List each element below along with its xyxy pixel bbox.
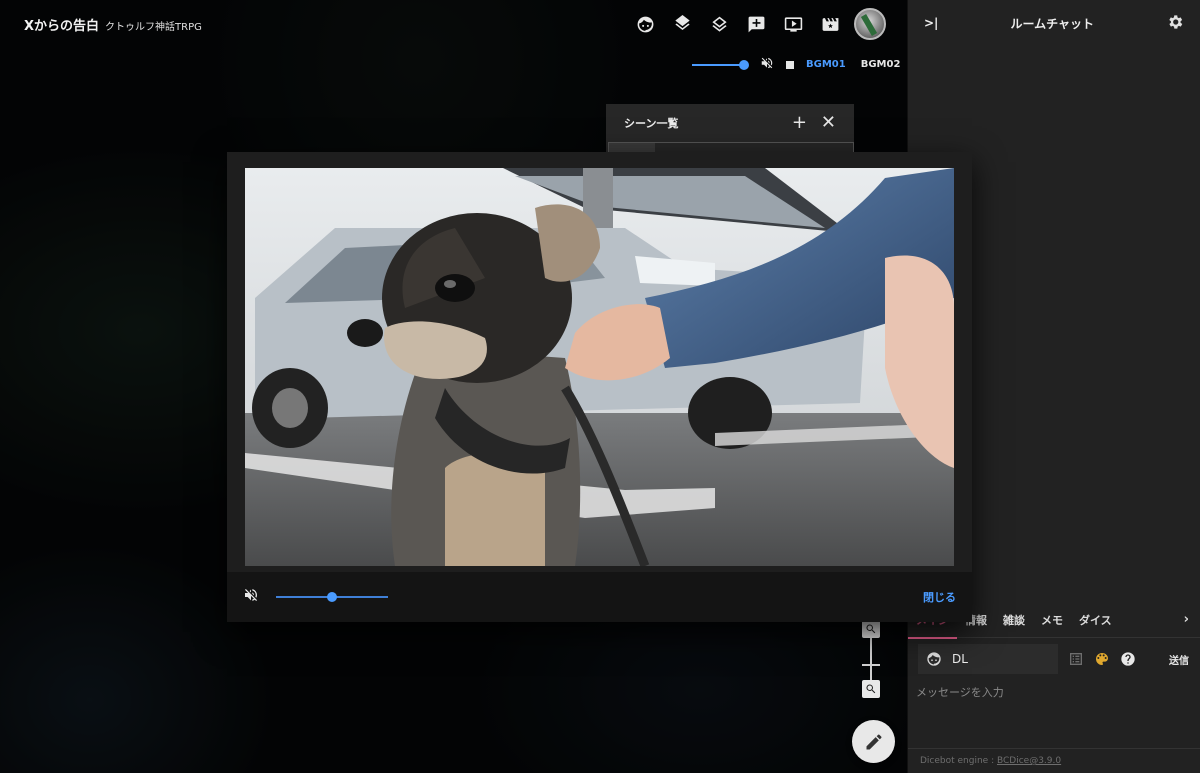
- message-input[interactable]: メッセージを入力: [916, 684, 1004, 700]
- help-icon[interactable]: [1120, 651, 1136, 667]
- screen-icon[interactable]: [778, 9, 808, 39]
- tab-memo[interactable]: メモ: [1033, 602, 1071, 638]
- stop-icon[interactable]: [786, 60, 794, 69]
- collapse-panel-icon[interactable]: >|: [924, 16, 938, 30]
- close-button[interactable]: 閉じる: [923, 589, 956, 605]
- video-content: [245, 168, 954, 566]
- video-volume-thumb[interactable]: [327, 592, 337, 602]
- video-controls: 閉じる: [227, 572, 972, 622]
- chat-header: >| ルームチャット: [908, 0, 1200, 46]
- chevron-right-icon[interactable]: ›: [1184, 612, 1200, 627]
- bgm-controls: BGM01 BGM02: [692, 56, 915, 73]
- user-avatar[interactable]: [854, 8, 886, 40]
- room-title-text: Xからの告白: [24, 19, 100, 34]
- video-player-modal: 閉じる: [227, 152, 972, 622]
- layers-icon[interactable]: [667, 9, 697, 39]
- bgm-volume-thumb[interactable]: [739, 59, 749, 70]
- bgm-tab-2[interactable]: BGM02: [861, 59, 901, 70]
- zoom-in-icon[interactable]: [862, 620, 880, 638]
- palette-icon[interactable]: [1094, 651, 1110, 667]
- dicebot-link[interactable]: BCDice@3.9.0: [997, 756, 1061, 766]
- face-icon[interactable]: [926, 651, 942, 667]
- send-button[interactable]: 送信: [1169, 652, 1193, 667]
- video-frame[interactable]: [245, 168, 954, 566]
- tab-dice[interactable]: ダイス: [1071, 602, 1120, 638]
- pencil-icon: [866, 734, 881, 749]
- tab-chatter[interactable]: 雑談: [995, 602, 1033, 638]
- volume-off-icon[interactable]: [243, 587, 259, 607]
- scene-list-title: シーン一覧: [624, 117, 679, 130]
- layers-outline-icon[interactable]: [704, 9, 734, 39]
- add-comment-icon[interactable]: [741, 9, 771, 39]
- list-icon[interactable]: [1068, 651, 1084, 667]
- close-icon[interactable]: ✕: [821, 114, 836, 132]
- zoom-slider[interactable]: [862, 638, 880, 680]
- scene-list-panel: シーン一覧 + ✕: [606, 104, 854, 156]
- edit-fab-button[interactable]: [852, 720, 895, 763]
- bgm-volume-slider[interactable]: [692, 59, 749, 70]
- video-volume-slider[interactable]: [276, 592, 388, 602]
- movie-icon[interactable]: [815, 9, 845, 39]
- chat-sender-row: DL 送信: [918, 644, 1193, 674]
- character-name: DL: [952, 652, 968, 666]
- bgm-tab-1[interactable]: BGM01: [806, 59, 846, 70]
- character-name-field[interactable]: DL: [918, 644, 1058, 674]
- zoom-out-icon[interactable]: [862, 680, 880, 698]
- dicebot-info: Dicebot engine : BCDice@3.9.0: [908, 748, 1200, 773]
- room-subtitle: クトゥルフ神話TRPG: [105, 22, 202, 33]
- face-icon[interactable]: [630, 9, 660, 39]
- main-toolbar: [630, 8, 886, 40]
- room-title: Xからの告白 クトゥルフ神話TRPG: [24, 15, 202, 34]
- volume-off-icon[interactable]: [760, 56, 774, 73]
- dicebot-label: Dicebot engine :: [920, 756, 997, 766]
- chat-title: ルームチャット: [1010, 16, 1094, 31]
- zoom-controls: [862, 620, 882, 698]
- gear-icon[interactable]: [1166, 13, 1184, 34]
- add-icon[interactable]: +: [792, 114, 807, 132]
- scene-list-header: シーン一覧 + ✕: [606, 104, 854, 142]
